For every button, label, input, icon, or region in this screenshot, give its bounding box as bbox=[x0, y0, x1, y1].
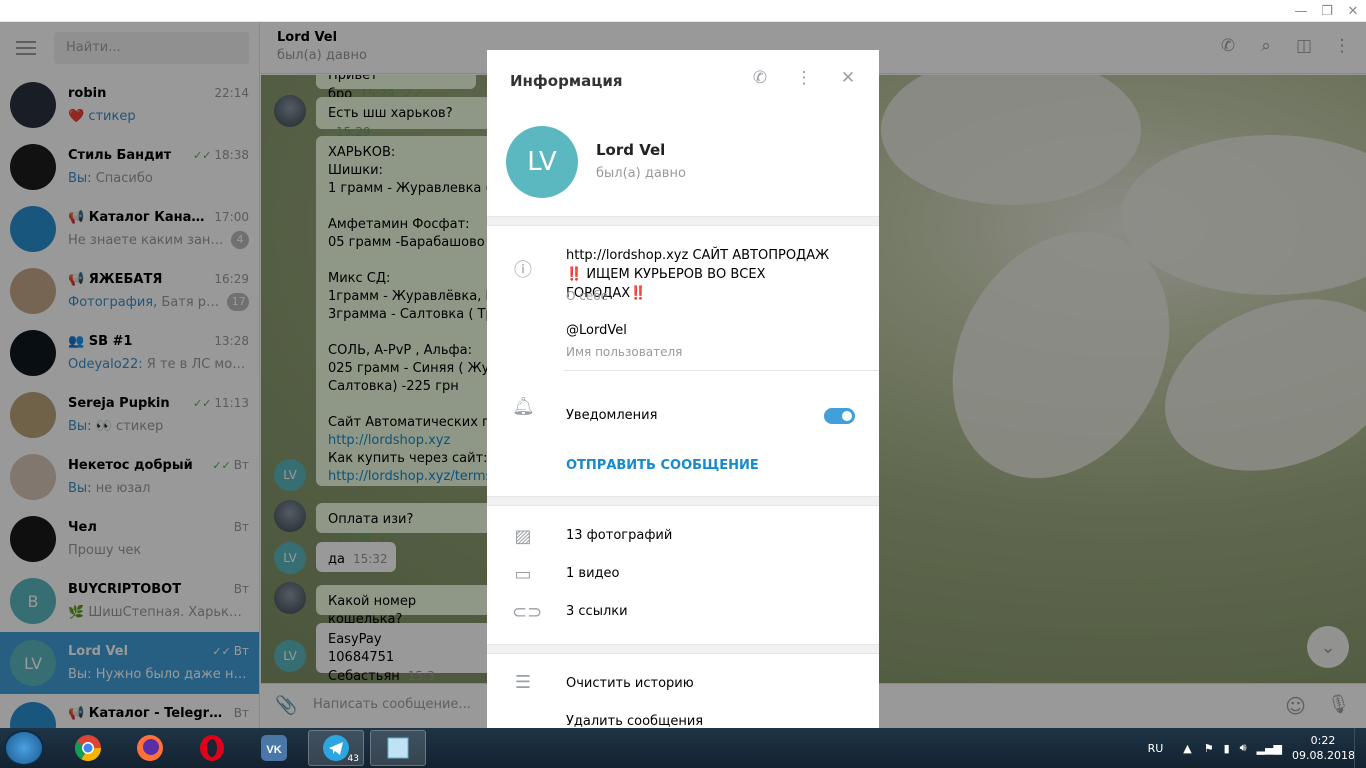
vk-icon[interactable]: VK bbox=[246, 730, 302, 766]
firefox-icon[interactable] bbox=[122, 730, 178, 766]
close-window-button[interactable]: ✕ bbox=[1340, 0, 1366, 22]
info-details-section: ⓘ http://lordshop.xyz САЙТ АВТОПРОДАЖ ‼️… bbox=[487, 226, 879, 496]
minimize-button[interactable]: — bbox=[1288, 0, 1314, 22]
start-button[interactable] bbox=[4, 730, 44, 766]
notifications-label: Уведомления bbox=[566, 408, 658, 423]
send-message-button[interactable]: ОТПРАВИТЬ СООБЩЕНИЕ bbox=[566, 458, 759, 473]
username-label: Имя пользователя bbox=[566, 345, 683, 359]
section-separator bbox=[487, 496, 879, 506]
notes-app-icon[interactable] bbox=[370, 730, 426, 766]
divider bbox=[564, 370, 879, 371]
bell-icon: 🔔︎ bbox=[512, 396, 535, 417]
info-panel: Информация ✆ ⋮ ✕ LV Lord Vel был(а) давн… bbox=[487, 50, 879, 728]
chrome-icon[interactable] bbox=[60, 730, 116, 766]
window-titlebar: — ❐ ✕ bbox=[0, 0, 1366, 22]
section-separator bbox=[487, 216, 879, 226]
svg-text:VK: VK bbox=[266, 744, 281, 756]
show-desktop-button[interactable] bbox=[1354, 728, 1366, 768]
avatar[interactable]: LV bbox=[506, 126, 578, 198]
section-separator bbox=[487, 644, 879, 654]
language-indicator[interactable]: RU bbox=[1148, 742, 1164, 755]
telegram-taskbar-button[interactable]: 43 bbox=[308, 730, 364, 766]
clear-history-button[interactable]: Очистить историю bbox=[566, 674, 694, 693]
shared-media-section: ▨ 13 фотографий ▭ 1 видео ⊂⊃ 3 ссылки bbox=[487, 506, 879, 644]
close-icon[interactable]: ✕ bbox=[837, 68, 859, 92]
profile-block: LV Lord Vel был(а) давно bbox=[487, 112, 879, 216]
info-header: Информация ✆ ⋮ ✕ bbox=[487, 50, 879, 112]
clock-date: 09.08.2018 bbox=[1292, 749, 1355, 762]
telegram-icon bbox=[323, 735, 349, 761]
system-tray: RU ▲ ⚑ ▮ 🔊︎ ▂▄▆ 0:22 09.08.2018 bbox=[1148, 728, 1366, 768]
videos-link[interactable]: 1 видео bbox=[566, 564, 619, 583]
actions-section: ☰ Очистить историю Удалить сообщения bbox=[487, 654, 879, 728]
bio-label: О себе bbox=[566, 289, 609, 303]
link-icon: ⊂⊃ bbox=[512, 602, 543, 623]
battery-icon[interactable]: ▮ bbox=[1224, 742, 1230, 755]
more-icon[interactable]: ⋮ bbox=[793, 68, 815, 92]
list-icon: ☰ bbox=[514, 672, 532, 693]
username-text[interactable]: @LordVel bbox=[566, 321, 627, 340]
profile-status: был(а) давно bbox=[596, 166, 686, 181]
info-header-actions: ✆ ⋮ ✕ bbox=[749, 68, 859, 92]
notifications-toggle[interactable] bbox=[824, 408, 855, 424]
links-link[interactable]: 3 ссылки bbox=[566, 602, 628, 621]
telegram-unread-badge: 43 bbox=[347, 754, 359, 764]
delete-messages-button[interactable]: Удалить сообщения bbox=[566, 712, 703, 728]
network-icon[interactable]: ▂▄▆ bbox=[1257, 742, 1282, 755]
opera-icon[interactable] bbox=[184, 730, 240, 766]
profile-name: Lord Vel bbox=[596, 141, 666, 159]
photos-link[interactable]: 13 фотографий bbox=[566, 526, 672, 545]
window-controls: — ❐ ✕ bbox=[1288, 0, 1366, 22]
taskbar: VK 43 RU ▲ ⚑ ▮ 🔊︎ ▂▄▆ 0:22 09.08.2018 bbox=[0, 728, 1366, 768]
video-icon: ▭ bbox=[514, 564, 532, 585]
restore-button[interactable]: ❐ bbox=[1314, 0, 1340, 22]
clock[interactable]: 0:22 09.08.2018 bbox=[1292, 733, 1355, 763]
phone-icon[interactable]: ✆ bbox=[749, 68, 771, 92]
action-center-icon[interactable]: ⚑ bbox=[1204, 742, 1214, 755]
tray-expand-icon[interactable]: ▲ bbox=[1183, 742, 1191, 755]
photo-icon: ▨ bbox=[514, 526, 532, 547]
info-icon: ⓘ bbox=[514, 260, 532, 281]
clock-time: 0:22 bbox=[1310, 734, 1336, 747]
volume-icon[interactable]: 🔊︎ bbox=[1240, 741, 1247, 755]
